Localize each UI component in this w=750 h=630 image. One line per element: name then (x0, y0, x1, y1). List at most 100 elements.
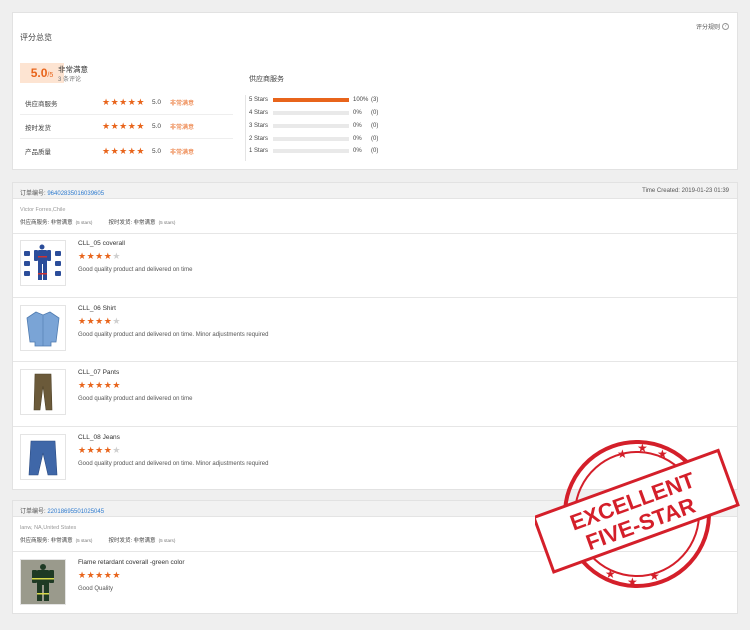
order-number: 订单编号: 22018695501025045 (20, 506, 104, 515)
star-icon: ★ (127, 121, 136, 131)
star-icon: ★ (86, 251, 95, 261)
product-name[interactable]: CLL_07 Pants (78, 369, 119, 376)
rating-rules-link[interactable]: 评分规则 ? (696, 22, 729, 31)
category-label: 按时发货 (25, 124, 51, 132)
category-word: 非常满意 (170, 125, 195, 131)
distribution-count: (0) (371, 148, 379, 154)
service-distribution-title: 供应商服务 (249, 76, 284, 83)
product-thumbnail[interactable] (20, 369, 66, 415)
order-card: 订单编号: 22018695501025045 Created: 2019-11… (12, 500, 738, 614)
product-name[interactable]: CLL_08 Jeans (78, 434, 120, 441)
category-score: 5.0 (152, 147, 162, 155)
star-icon: ★ (127, 97, 136, 107)
order-number-label: 订单编号: (20, 509, 46, 515)
category-word: 非常满意 (170, 149, 195, 156)
product-name[interactable]: CLL_05 coverall (78, 240, 125, 247)
star-icon: ★ (78, 570, 87, 580)
category-word: 非常满意 (170, 101, 195, 107)
distribution-bar (273, 111, 349, 115)
product-stars: ★ ★ ★ ★ ★ (78, 381, 120, 390)
product-thumbnail[interactable] (20, 240, 66, 286)
shirt-image (26, 311, 60, 347)
order-header: 订单编号: 96402835016039605 Time Created: 20… (13, 183, 737, 199)
order-number-link[interactable]: 96402835016039605 (47, 191, 104, 197)
buyer-location: Victor Forres,Chile (20, 207, 66, 213)
service-rating-word: 非常满意 (50, 538, 73, 544)
star-icon: ★ (112, 380, 121, 390)
product-stars: ★ ★ ★ ★ ★ (78, 571, 120, 580)
product-name[interactable]: CLL_06 Shirt (78, 305, 116, 312)
product-review: CLL_06 Shirt ★ ★ ★ ★ ★ Good quality product … (20, 305, 730, 359)
product-review: CLL_05 coverall ★ ★ ★ ★ ★ Good quality produ… (20, 240, 730, 294)
star-icon: ★ (86, 570, 95, 580)
product-comment: Good quality product and delivered on ti… (78, 461, 269, 467)
order-number-link[interactable]: 22018695501025045 (47, 509, 104, 515)
star-icon: ★ (95, 380, 104, 390)
service-rating: 供应商服务: 非常满意 (5 stars) (20, 536, 92, 544)
distribution-bar (273, 98, 349, 102)
review-count: 3 条评论 (58, 77, 82, 83)
distribution-bar-fill (273, 98, 349, 102)
category-label: 供应商服务 (25, 100, 58, 108)
category-row-on-time-delivery: 按时发货 ★ ★ ★ ★ ★ 5.0 非常满意 (20, 115, 233, 139)
star-icon: ★ (119, 121, 128, 131)
overall-score-suffix: /5 (47, 72, 54, 79)
product-thumbnail[interactable] (20, 305, 66, 351)
star-icon: ★ (95, 316, 104, 326)
product-name[interactable]: Flame retardant coverall -green color (78, 559, 185, 566)
order-time: Created: 2019-11-25 16:47 (657, 506, 729, 512)
distribution-row: 5 Stars 100% (3) (249, 95, 378, 105)
category-score: 5.0 (152, 123, 162, 130)
product-thumbnail[interactable] (20, 434, 66, 480)
category-stars: ★ ★ ★ ★ ★ (102, 122, 152, 131)
delivery-rating: 按时发货: 非常满意 (5 stars) (108, 536, 175, 544)
distribution-row: 4 Stars 0% (0) (249, 108, 378, 118)
star-icon: ★ (110, 121, 119, 131)
divider (13, 426, 737, 427)
order-time: Time Created: 2019-01-23 01:39 (642, 188, 729, 194)
service-rating-stars: (5 stars) (75, 538, 93, 543)
star-icon: ★ (110, 145, 119, 156)
distribution-percent: 100% (353, 97, 369, 103)
distribution-percent: 0% (353, 136, 362, 142)
summary-title: 评分总览 (20, 33, 52, 42)
distribution-count: (0) (371, 136, 379, 142)
star-icon: ★ (112, 316, 121, 326)
delivery-rating-word: 非常满意 (133, 538, 156, 544)
distribution-percent: 0% (353, 123, 362, 129)
divider (13, 233, 737, 234)
coverall-image (24, 244, 61, 280)
distribution-label: 1 Stars (249, 148, 269, 154)
buyer-location: lanw, NA,United States (20, 525, 77, 531)
distribution-percent: 0% (353, 110, 362, 116)
star-icon: ★ (119, 145, 128, 156)
product-comment: Good quality product and delivered on ti… (78, 396, 193, 402)
star-icon: ★ (112, 251, 121, 261)
question-icon: ? (722, 23, 729, 30)
distribution-row: 2 Stars 0% (0) (249, 134, 378, 144)
product-stars: ★ ★ ★ ★ ★ (78, 317, 120, 326)
distribution-row: 1 Stars 0% (0) (249, 146, 378, 156)
service-rating-stars: (5 stars) (75, 220, 93, 225)
distribution-label: 5 Stars (249, 97, 269, 103)
star-icon: ★ (136, 97, 145, 107)
distribution-bar (273, 149, 349, 153)
order-card: 订单编号: 96402835016039605 Time Created: 20… (12, 182, 738, 490)
star-icon: ★ (86, 380, 95, 390)
product-thumbnail[interactable] (20, 559, 66, 605)
distribution-label: 4 Stars (249, 110, 269, 116)
product-comment: Good Quality (78, 586, 114, 592)
star-icon: ★ (127, 145, 136, 156)
category-stars: ★ ★ ★ ★ ★ (102, 145, 152, 156)
star-icon: ★ (112, 570, 121, 580)
star-icon: ★ (102, 121, 111, 131)
order-number-label: 订单编号: (20, 191, 46, 197)
overall-score-value: 5.0 (30, 66, 48, 80)
product-review: CLL_08 Jeans ★ ★ ★ ★ ★ Good quality product … (20, 434, 730, 488)
delivery-rating-stars: (5 stars) (158, 220, 176, 225)
star-icon: ★ (103, 380, 112, 390)
service-rating-label: 供应商服务: (20, 220, 50, 226)
product-review: Flame retardant coverall -green color ★ ★… (20, 559, 730, 613)
star-icon: ★ (86, 445, 95, 455)
divider (13, 551, 737, 552)
